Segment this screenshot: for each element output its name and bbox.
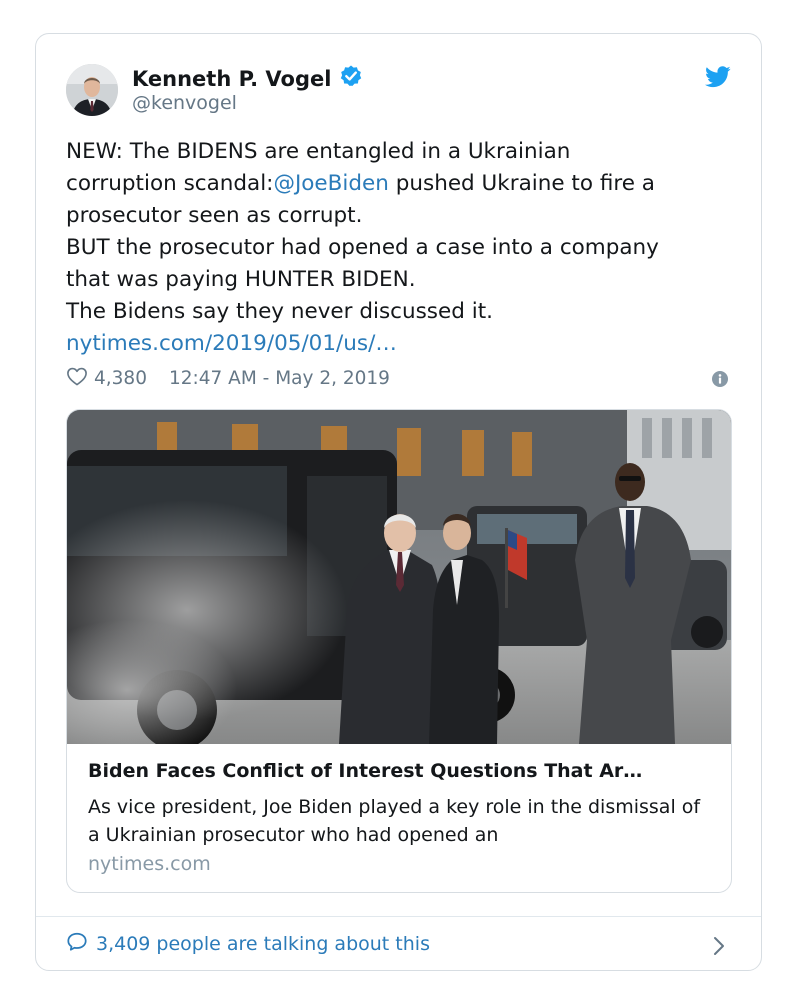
info-icon[interactable] [712, 371, 728, 391]
chevron-right-icon[interactable] [713, 936, 725, 960]
conversation-count-text: 3,409 people are talking about this [96, 933, 430, 955]
tweet-text: NEW: The BIDENS are entangled in a Ukrai… [66, 136, 746, 360]
avatar[interactable] [66, 64, 118, 116]
article-photo [67, 410, 731, 744]
conversation-link[interactable]: 3,409 people are talking about this [66, 931, 430, 957]
divider [36, 916, 761, 917]
tweet-text-segment: that was paying HUNTER BIDEN. [66, 267, 416, 292]
tweet-timestamp[interactable]: 12:47 AM - May 2, 2019 [169, 368, 390, 389]
tweet-text-segment: prosecutor seen as corrupt. [66, 203, 363, 228]
tweet-text-segment: NEW: The BIDENS are entangled in a Ukrai… [66, 139, 571, 164]
author-name[interactable]: Kenneth P. Vogel [132, 64, 363, 93]
speech-bubble-icon [66, 931, 88, 957]
tweet-meta: 4,380 12:47 AM - May 2, 2019 [66, 366, 390, 391]
preview-domain: nytimes.com [88, 853, 211, 875]
author-name-text: Kenneth P. Vogel [132, 66, 332, 91]
preview-title[interactable]: Biden Faces Conflict of Interest Questio… [88, 760, 642, 782]
like-count[interactable]: 4,380 [94, 368, 147, 389]
article-url-link[interactable]: nytimes.com/2019/05/01/us/… [66, 331, 397, 356]
heart-icon[interactable] [66, 366, 88, 391]
tweet-text-segment: BUT the prosecutor had opened a case int… [66, 235, 659, 260]
tweet-line: prosecutor seen as corrupt. [66, 200, 746, 232]
tweet-line: that was paying HUNTER BIDEN. [66, 264, 746, 296]
tweet-line: The Bidens say they never discussed it. [66, 296, 746, 328]
author-handle[interactable]: @kenvogel [132, 92, 237, 114]
tweet-text-segment: pushed Ukraine to fire a [388, 171, 655, 196]
tweet-text-segment: The Bidens say they never discussed it. [66, 299, 493, 324]
tweet-text-segment: corruption scandal: [66, 171, 274, 196]
preview-description: As vice president, Joe Biden played a ke… [88, 796, 701, 846]
mention-link[interactable]: @JoeBiden [273, 171, 388, 196]
tweet-card[interactable]: Kenneth P. Vogel @kenvogel NEW: The BIDE… [35, 33, 762, 971]
tweet-line: nytimes.com/2019/05/01/us/… [66, 328, 746, 360]
link-preview-card[interactable]: Biden Faces Conflict of Interest Questio… [66, 409, 732, 893]
tweet-line: corruption scandal:@JoeBiden pushed Ukra… [66, 168, 746, 200]
tweet-line: NEW: The BIDENS are entangled in a Ukrai… [66, 136, 746, 168]
twitter-bird-icon[interactable] [705, 66, 731, 92]
verified-badge-icon [339, 64, 363, 93]
tweet-line: BUT the prosecutor had opened a case int… [66, 232, 746, 264]
